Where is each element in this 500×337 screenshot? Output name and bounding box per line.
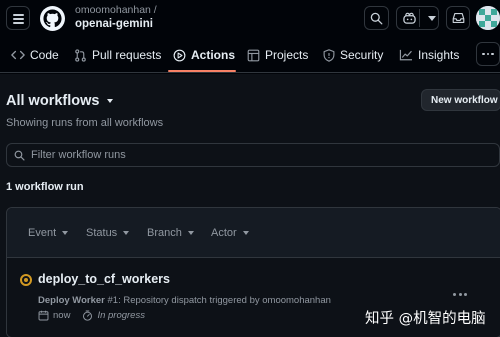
run-time: now [53, 310, 71, 321]
search-icon [14, 150, 25, 161]
avatar[interactable] [476, 6, 500, 30]
tab-insights[interactable]: Insights [399, 38, 459, 72]
chevron-down-icon [62, 231, 69, 235]
repo-name-link[interactable]: openai-gemini [75, 18, 153, 30]
filter-workflow-runs-input[interactable] [31, 147, 491, 163]
run-name-link[interactable]: deploy_to_cf_workers [38, 272, 170, 286]
shield-icon [323, 48, 335, 62]
search-button[interactable] [364, 6, 389, 30]
tab-pull-requests[interactable]: Pull requests [74, 38, 161, 72]
run-trigger-text: : Repository dispatch triggered by omoom… [118, 295, 331, 306]
tab-code[interactable]: Code [11, 38, 59, 72]
tab-security[interactable]: Security [323, 38, 383, 72]
new-workflow-button[interactable]: New workflow [421, 89, 500, 111]
play-icon [173, 49, 186, 61]
graph-icon [399, 49, 412, 61]
watermark: 知乎 @机智的电脑 [365, 311, 486, 327]
more-tabs-button[interactable] [476, 42, 500, 66]
pull-request-icon [75, 48, 86, 62]
branch-filter-dropdown[interactable]: Branch [147, 227, 194, 239]
tab-actions[interactable]: Actions [173, 38, 235, 72]
page-subtitle: Showing runs from all workflows [6, 117, 164, 129]
github-logo-icon[interactable] [40, 6, 65, 31]
active-tab-indicator [168, 70, 236, 72]
tab-insights-label: Insights [418, 48, 460, 62]
tab-pull-requests-label: Pull requests [92, 48, 162, 62]
actor-filter-dropdown[interactable]: Actor [211, 227, 249, 239]
page-title: All workflows [6, 93, 100, 109]
search-icon [370, 12, 383, 24]
run-options-button[interactable] [453, 293, 467, 296]
inbox-icon [452, 12, 464, 24]
event-filter-dropdown[interactable]: Event [28, 227, 69, 239]
tab-actions-label: Actions [191, 48, 236, 62]
branch-filter-label: Branch [147, 227, 182, 239]
copilot-icon [403, 12, 416, 24]
copilot-button[interactable] [396, 6, 439, 30]
global-header: omoomohanhan / openai-gemini [0, 0, 500, 36]
actor-filter-label: Actor [211, 227, 237, 239]
chevron-down-icon [107, 99, 114, 103]
chevron-down-icon[interactable] [428, 15, 436, 21]
inbox-button[interactable] [446, 6, 470, 30]
tab-code-label: Code [30, 48, 59, 62]
workflow-runs-page: All workflows Showing runs from all work… [0, 74, 500, 337]
filter-bar[interactable] [6, 143, 500, 167]
calendar-icon [38, 310, 49, 321]
runs-table-header: Event Status Branch Actor [7, 208, 500, 258]
identicon-icon [476, 6, 500, 30]
table-icon [247, 49, 260, 61]
run-description: Deploy Worker #1: Repository dispatch tr… [38, 295, 331, 306]
chevron-down-icon [123, 231, 130, 235]
event-filter-label: Event [28, 227, 57, 239]
run-count: 1 workflow run [6, 181, 84, 193]
in-progress-status-icon [20, 274, 32, 286]
stopwatch-icon [83, 310, 93, 321]
status-filter-label: Status [86, 227, 118, 239]
tab-projects[interactable]: Projects [247, 38, 308, 72]
repo-nav: Code Pull requests Actions Projects Secu… [0, 38, 500, 73]
tab-security-label: Security [340, 48, 384, 62]
run-workflow-name: Deploy Worker [38, 295, 105, 306]
chevron-down-icon [187, 231, 194, 235]
tab-projects-label: Projects [265, 48, 309, 62]
run-meta: now In progress [38, 310, 145, 321]
chevron-down-icon [242, 231, 249, 235]
code-icon [11, 50, 25, 60]
menu-button[interactable] [6, 6, 30, 30]
workflow-selector[interactable]: All workflows [6, 93, 114, 109]
repo-owner-link[interactable]: omoomohanhan / [75, 4, 157, 16]
status-filter-dropdown[interactable]: Status [86, 227, 130, 239]
run-number: #1 [107, 295, 119, 306]
run-status-text: In progress [97, 310, 145, 321]
